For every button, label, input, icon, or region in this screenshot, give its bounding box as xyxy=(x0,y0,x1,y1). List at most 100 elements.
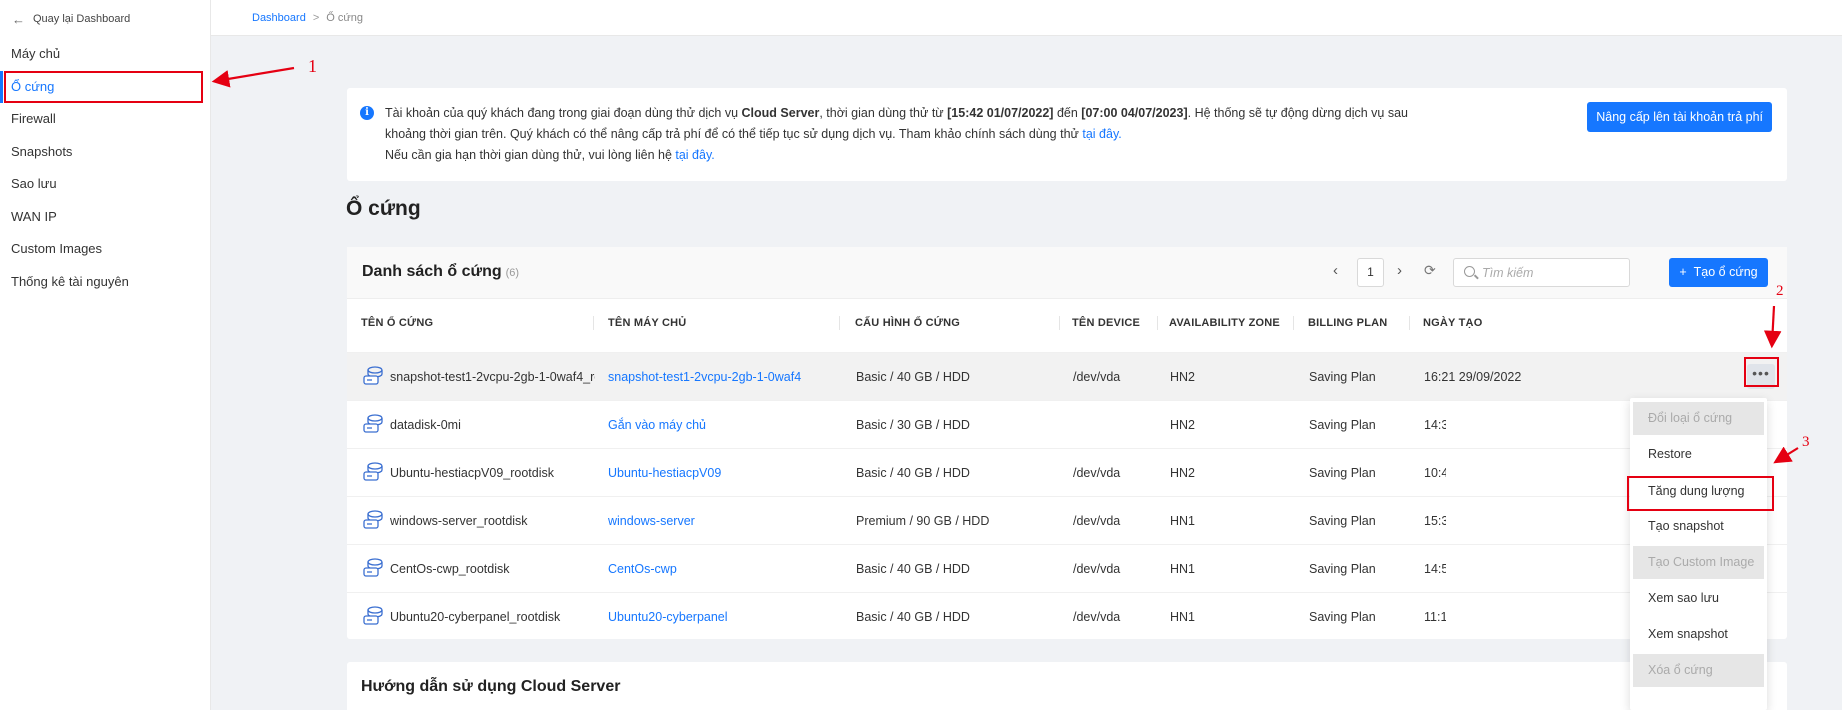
breadcrumb-dashboard-link[interactable]: Dashboard xyxy=(252,12,306,24)
server-name-link[interactable]: snapshot-test1-2vcpu-2gb-1-0waf4 xyxy=(608,353,838,401)
disk-icon xyxy=(362,557,384,579)
column-header[interactable]: TÊN DEVICE xyxy=(1072,312,1140,334)
guide-card: Hướng dẫn sử dụng Cloud Server xyxy=(347,662,1787,710)
alert-text: Tài khoản của quý khách đang trong giai … xyxy=(385,106,1408,162)
sidebar: ← Quay lại Dashboard Máy chủ Ổ cứng Fire… xyxy=(0,0,211,710)
dropdown-item[interactable]: Restore xyxy=(1633,438,1764,471)
created-date-cell: 10:4 xyxy=(1424,466,1446,480)
device-cell: /dev/vda xyxy=(1073,370,1121,384)
sidebar-item-snapshots[interactable]: Snapshots xyxy=(0,136,210,169)
created-date-cell: 16:21 29/09/2022 xyxy=(1424,370,1522,384)
sidebar-item-thong-ke[interactable]: Thống kê tài nguyên xyxy=(0,266,210,299)
disk-config-cell: Basic / 30 GB / HDD xyxy=(856,418,970,432)
device-cell xyxy=(1073,401,1153,449)
billing-plan-cell: Saving Plan xyxy=(1309,514,1376,528)
disk-name-cell: windows-server_rootdisk xyxy=(390,514,528,528)
column-divider xyxy=(1157,316,1158,330)
column-header[interactable]: AVAILABILITY ZONE xyxy=(1169,312,1280,334)
device-cell: /dev/vda xyxy=(1073,562,1121,576)
card-header: Danh sách ổ cứng(6) ‹ 1 › ⟳ + Tạo ổ cứng xyxy=(347,247,1787,299)
annotation-arrow-1 xyxy=(211,66,295,88)
column-header[interactable]: TÊN MÁY CHỦ xyxy=(608,312,686,334)
disk-name-cell: snapshot-test1-2vcpu-2gb-1-0waf4_root… xyxy=(390,370,595,384)
server-name-link[interactable]: Gắn vào máy chủ xyxy=(608,401,838,449)
column-header[interactable]: CẤU HÌNH Ổ CỨNG xyxy=(855,312,960,334)
table-row[interactable]: windows-server_rootdisk windows-server Pre… xyxy=(347,496,1787,544)
breadcrumb: Dashboard > Ổ cứng xyxy=(211,0,1842,36)
annotation-box-3 xyxy=(1627,476,1774,511)
disk-name-cell: Ubuntu-hestiacpV09_rootdisk xyxy=(390,466,554,480)
annotation-number-2: 2 xyxy=(1776,283,1784,299)
breadcrumb-current: Ổ cứng xyxy=(326,11,363,24)
column-divider xyxy=(1409,316,1410,330)
table-header: TÊN Ổ CỨNG TÊN MÁY CHỦ CẤU HÌNH Ổ CỨNG T… xyxy=(347,312,1787,334)
sidebar-item-custom-images[interactable]: Custom Images xyxy=(0,233,210,266)
device-cell: /dev/vda xyxy=(1073,610,1121,624)
billing-plan-cell: Saving Plan xyxy=(1309,562,1376,576)
back-to-dashboard-link[interactable]: ← Quay lại Dashboard xyxy=(0,0,210,38)
table-row[interactable]: Ubuntu20-cyberpanel_rootdisk Ubuntu20-cyb… xyxy=(347,592,1787,640)
created-date-cell: 14:5 xyxy=(1424,562,1446,576)
refresh-icon[interactable]: ⟳ xyxy=(1424,262,1436,279)
zone-cell: HN2 xyxy=(1170,370,1196,384)
back-link-label: Quay lại Dashboard xyxy=(33,13,131,25)
sidebar-item-sao-luu[interactable]: Sao lưu xyxy=(0,168,210,201)
column-divider xyxy=(593,316,594,330)
dropdown-item[interactable]: Tạo snapshot xyxy=(1633,510,1764,543)
breadcrumb-separator: > xyxy=(312,11,320,24)
upgrade-account-button[interactable]: Nâng cấp lên tài khoản trả phí xyxy=(1587,102,1772,132)
contact-link[interactable]: tại đây. xyxy=(675,148,714,162)
billing-plan-cell: Saving Plan xyxy=(1309,610,1376,624)
disk-icon xyxy=(362,461,384,483)
zone-cell: HN2 xyxy=(1170,418,1196,432)
billing-plan-cell: Saving Plan xyxy=(1309,466,1376,480)
zone-cell: HN1 xyxy=(1170,562,1196,576)
device-cell: /dev/vda xyxy=(1073,514,1121,528)
table-row[interactable]: snapshot-test1-2vcpu-2gb-1-0waf4_root… sn… xyxy=(347,352,1787,400)
disk-config-cell: Basic / 40 GB / HDD xyxy=(856,370,970,384)
trial-alert: i Tài khoản của quý khách đang trong gia… xyxy=(347,88,1787,181)
search-input[interactable] xyxy=(1482,259,1627,286)
disk-config-cell: Basic / 40 GB / HDD xyxy=(856,562,970,576)
server-name-link[interactable]: Ubuntu20-cyberpanel xyxy=(608,593,838,641)
card-title: Danh sách ổ cứng (6) xyxy=(362,263,520,280)
table-row[interactable]: datadisk-0mi Gắn vào máy chủ Basic / 30 GB… xyxy=(347,400,1787,448)
billing-plan-cell: Saving Plan xyxy=(1309,370,1376,384)
disk-name-cell: CentOs-cwp_rootdisk xyxy=(390,562,510,576)
column-header[interactable]: BILLING PLAN xyxy=(1308,312,1387,334)
sidebar-item-may-chu[interactable]: Máy chủ xyxy=(0,38,210,71)
table-row[interactable]: CentOs-cwp_rootdisk CentOs-cwp Basic / 40 … xyxy=(347,544,1787,592)
chevron-right-icon[interactable]: › xyxy=(1397,262,1402,279)
disk-icon xyxy=(362,509,384,531)
created-date-cell: 14:3 xyxy=(1424,418,1446,432)
server-name-link[interactable]: windows-server xyxy=(608,497,838,545)
search-icon xyxy=(1464,266,1475,277)
column-divider xyxy=(1293,316,1294,330)
search-box[interactable] xyxy=(1453,258,1630,287)
created-date-cell: 11:1 xyxy=(1424,610,1446,624)
policy-link[interactable]: tại đây. xyxy=(1082,127,1121,141)
disk-config-cell: Basic / 40 GB / HDD xyxy=(856,610,970,624)
disk-name-cell: Ubuntu20-cyberpanel_rootdisk xyxy=(390,610,561,624)
column-header[interactable]: TÊN Ổ CỨNG xyxy=(361,312,433,334)
column-header[interactable]: NGÀY TẠO xyxy=(1423,312,1482,334)
chevron-left-icon[interactable]: ‹ xyxy=(1333,262,1338,279)
annotation-box-1 xyxy=(4,71,203,103)
guide-title: Hướng dẫn sử dụng Cloud Server xyxy=(361,678,621,695)
dropdown-item: Tạo Custom Image xyxy=(1633,546,1764,579)
table-row[interactable]: Ubuntu-hestiacpV09_rootdisk Ubuntu-hestia… xyxy=(347,448,1787,496)
create-disk-button[interactable]: + Tạo ổ cứng xyxy=(1669,258,1768,287)
dropdown-item[interactable]: Xem snapshot xyxy=(1633,618,1764,651)
server-name-link[interactable]: Ubuntu-hestiacpV09 xyxy=(608,449,838,497)
arrow-left-icon: ← xyxy=(12,11,25,27)
disk-icon xyxy=(362,605,384,627)
sidebar-item-firewall[interactable]: Firewall xyxy=(0,103,210,136)
server-name-link[interactable]: CentOs-cwp xyxy=(608,545,838,593)
dropdown-item[interactable]: Xem sao lưu xyxy=(1633,582,1764,615)
created-date-cell: 15:3 xyxy=(1424,514,1446,528)
annotation-number-3: 3 xyxy=(1802,434,1810,450)
disk-icon xyxy=(362,413,384,435)
column-divider xyxy=(839,316,840,330)
page-number[interactable]: 1 xyxy=(1357,258,1384,287)
sidebar-item-wan-ip[interactable]: WAN IP xyxy=(0,201,210,234)
